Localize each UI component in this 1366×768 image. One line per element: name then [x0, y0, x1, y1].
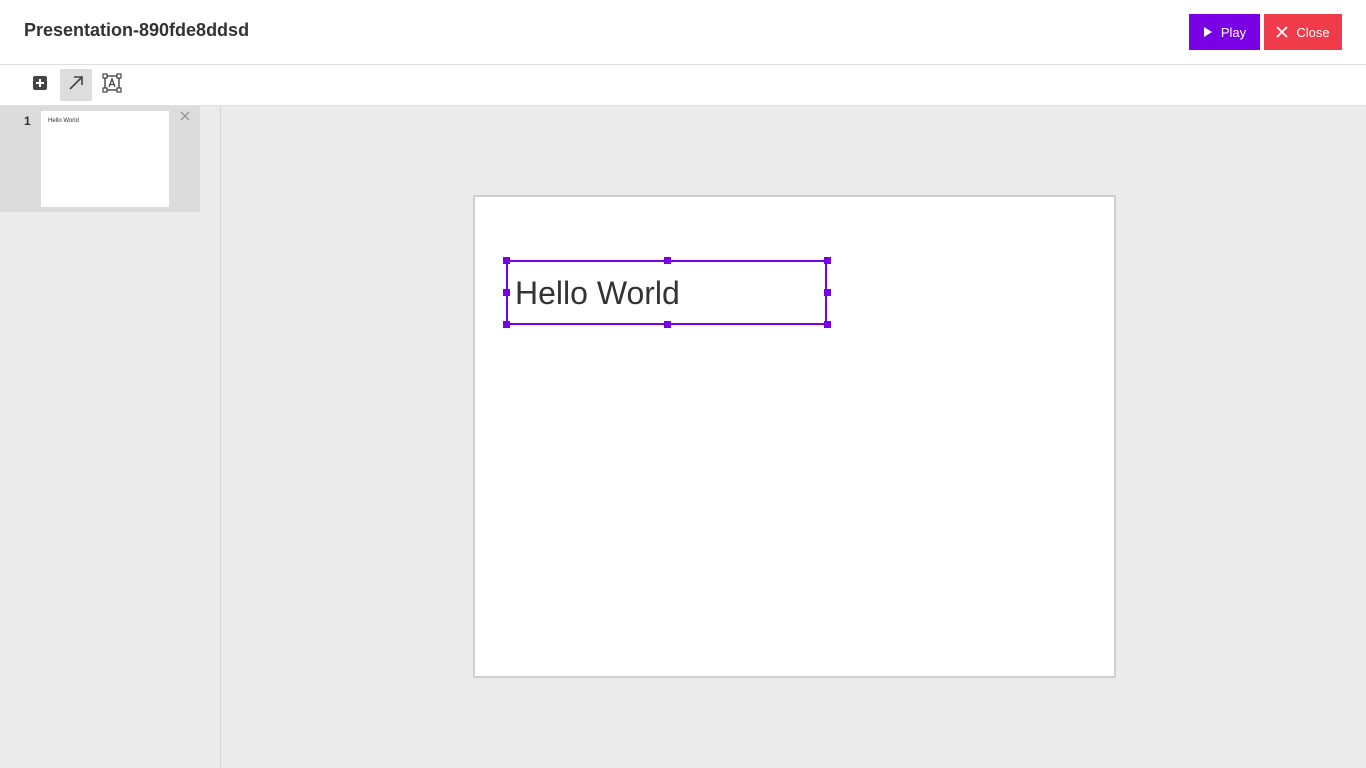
resize-handle-left[interactable]	[503, 289, 510, 296]
toolbar	[0, 65, 1366, 106]
resize-handle-bottom-left[interactable]	[503, 321, 510, 328]
close-button[interactable]: Close	[1264, 14, 1342, 50]
text-box-tool-button[interactable]	[96, 69, 128, 101]
slide-list-item[interactable]: 1 Hello World	[0, 106, 200, 212]
play-button-label: Play	[1220, 24, 1247, 40]
resize-handle-top-left[interactable]	[503, 257, 510, 264]
add-slide-button[interactable]	[24, 69, 56, 101]
close-icon	[180, 108, 190, 126]
delete-slide-button[interactable]	[178, 110, 192, 124]
resize-handle-right[interactable]	[824, 289, 831, 296]
resize-handle-top-right[interactable]	[824, 257, 831, 264]
arrow-tool-button[interactable]	[60, 69, 92, 101]
selected-text-box[interactable]: Hello World	[503, 257, 831, 328]
slides-sidebar: 1 Hello World	[0, 106, 221, 768]
close-icon	[1276, 26, 1289, 38]
presentation-title: Presentation-890fde8ddsd	[24, 20, 250, 40]
slide-thumbnail-text: Hello World	[48, 118, 79, 124]
slide-thumbnail[interactable]: Hello World	[41, 111, 169, 207]
plus-square-icon	[32, 75, 48, 96]
text-box-icon	[102, 72, 122, 98]
resize-handle-bottom-right[interactable]	[824, 321, 831, 328]
slide-number: 1	[24, 114, 31, 128]
slide-canvas[interactable]: Hello World	[473, 195, 1116, 678]
play-icon	[1203, 26, 1213, 38]
resize-handle-bottom[interactable]	[664, 321, 671, 328]
text-box-content[interactable]: Hello World	[515, 275, 680, 312]
arrow-up-right-icon	[68, 75, 84, 96]
close-button-label: Close	[1296, 24, 1330, 40]
resize-handle-top[interactable]	[664, 257, 671, 264]
app-header: Presentation-890fde8ddsd Play Close	[0, 0, 1366, 65]
editor-canvas: Hello World	[221, 106, 1366, 768]
play-button[interactable]: Play	[1189, 14, 1260, 50]
